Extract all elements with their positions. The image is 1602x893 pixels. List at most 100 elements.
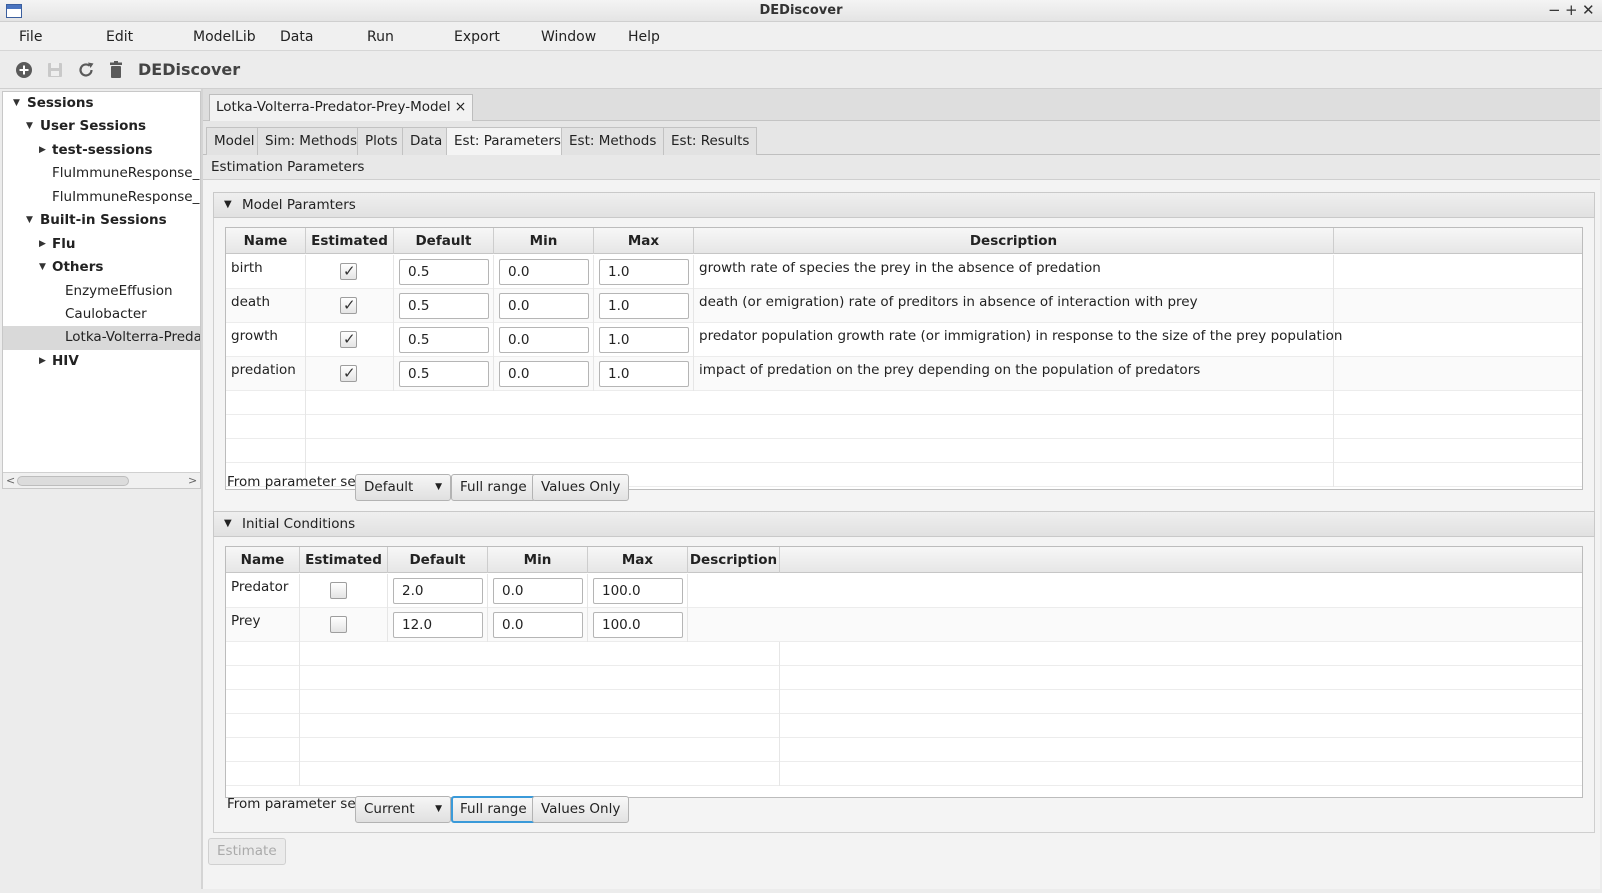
- estimated-checkbox[interactable]: [340, 330, 357, 348]
- column-header-estimated[interactable]: Estimated: [300, 547, 388, 573]
- tree-item-built-in-sessions[interactable]: ▼ Built-in Sessions: [3, 209, 200, 233]
- column-header-estimated[interactable]: Estimated: [306, 228, 394, 254]
- menu-file[interactable]: File: [19, 29, 42, 45]
- parameter-set-select[interactable]: Current ▼: [355, 796, 451, 823]
- tree-item-others[interactable]: ▼ Others: [3, 256, 200, 280]
- full-range-button[interactable]: Full range: [451, 796, 536, 823]
- column-header-max[interactable]: Max: [594, 228, 694, 254]
- tree-item-flu[interactable]: ▶ Flu: [3, 233, 200, 257]
- menu-edit[interactable]: Edit: [106, 29, 133, 45]
- trash-icon[interactable]: [106, 60, 126, 80]
- collapsed-triangle-icon[interactable]: ▶: [39, 139, 46, 161]
- tab-est-results[interactable]: Est: Results: [663, 127, 758, 155]
- menu-run[interactable]: Run: [367, 29, 394, 45]
- min-field[interactable]: [493, 578, 583, 604]
- estimated-checkbox[interactable]: [330, 616, 347, 633]
- expanded-triangle-icon[interactable]: ▼: [39, 256, 46, 278]
- tab-sim-methods[interactable]: Sim: Methods: [257, 127, 365, 155]
- refresh-icon[interactable]: [76, 60, 96, 80]
- estimated-checkbox[interactable]: [330, 582, 347, 599]
- expanded-triangle-icon[interactable]: ▼: [26, 209, 33, 231]
- min-field[interactable]: [499, 293, 589, 319]
- default-field[interactable]: [399, 327, 489, 353]
- max-field[interactable]: [593, 612, 683, 638]
- save-icon[interactable]: [45, 60, 65, 80]
- default-field[interactable]: [393, 578, 483, 604]
- default-field[interactable]: [399, 259, 489, 285]
- tab-plots[interactable]: Plots: [357, 127, 406, 155]
- table-row[interactable]: death death (or emigration) rate of pred…: [226, 289, 1582, 323]
- initial-conditions-pane-header[interactable]: ▼ Initial Conditions: [213, 511, 1595, 537]
- expanded-triangle-icon[interactable]: ▼: [13, 92, 20, 114]
- default-field[interactable]: [393, 612, 483, 638]
- tab-est-methods[interactable]: Est: Methods: [561, 127, 665, 155]
- minimize-icon[interactable]: −: [1548, 2, 1561, 18]
- min-field[interactable]: [493, 612, 583, 638]
- max-field[interactable]: [599, 293, 689, 319]
- estimated-checkbox[interactable]: [340, 262, 357, 280]
- tree-horizontal-scrollbar[interactable]: < >: [3, 472, 200, 488]
- expanded-triangle-icon[interactable]: ▼: [26, 115, 33, 137]
- model-parameters-pane-header[interactable]: ▼ Model Paramters: [213, 192, 1595, 218]
- tree-item-hiv[interactable]: ▶ HIV: [3, 350, 200, 374]
- column-header-default[interactable]: Default: [388, 547, 488, 573]
- parameter-set-select[interactable]: Default ▼: [355, 474, 451, 501]
- menu-help[interactable]: Help: [628, 29, 660, 45]
- expanded-triangle-icon[interactable]: ▼: [224, 193, 232, 217]
- collapsed-triangle-icon[interactable]: ▶: [39, 233, 46, 255]
- column-header-max[interactable]: Max: [588, 547, 688, 573]
- estimated-checkbox[interactable]: [340, 296, 357, 314]
- table-row[interactable]: predation impact of predation on the pre…: [226, 357, 1582, 391]
- values-only-button[interactable]: Values Only: [532, 474, 630, 501]
- menu-window[interactable]: Window: [541, 29, 596, 45]
- tab-data[interactable]: Data: [402, 127, 451, 155]
- column-header-default[interactable]: Default: [394, 228, 494, 254]
- column-header-name[interactable]: Name: [226, 547, 300, 573]
- session-tree[interactable]: ▼ Sessions ▼ User Sessions ▶ test-sessio…: [2, 91, 201, 489]
- column-header-name[interactable]: Name: [226, 228, 306, 254]
- menu-data[interactable]: Data: [280, 29, 313, 45]
- column-header-description[interactable]: Description: [688, 547, 780, 573]
- document-tab[interactable]: Lotka-Volterra-Predator-Prey-Model ×: [209, 94, 474, 122]
- tree-item-fluimmuneresponse-e[interactable]: FluImmuneResponse_E: [3, 186, 200, 210]
- model-parameters-table[interactable]: Name Estimated Default Min Max Descripti…: [225, 227, 1583, 490]
- menu-modellib[interactable]: ModelLib: [193, 29, 256, 45]
- min-field[interactable]: [499, 361, 589, 387]
- max-field[interactable]: [599, 327, 689, 353]
- column-header-min[interactable]: Min: [488, 547, 588, 573]
- min-field[interactable]: [499, 327, 589, 353]
- tree-item-lotka-volterra[interactable]: Lotka-Volterra-Preda: [3, 326, 200, 350]
- estimate-button[interactable]: Estimate: [208, 838, 286, 865]
- default-field[interactable]: [399, 293, 489, 319]
- table-row[interactable]: Prey: [226, 608, 1582, 642]
- close-window-icon[interactable]: ✕: [1582, 2, 1595, 18]
- table-row[interactable]: Predator: [226, 574, 1582, 608]
- tree-item-fluimmuneresponse-c[interactable]: FluImmuneResponse_C: [3, 162, 200, 186]
- tree-item-caulobacter[interactable]: Caulobacter: [3, 303, 200, 327]
- scrollbar-thumb[interactable]: [17, 476, 129, 486]
- initial-conditions-table[interactable]: Name Estimated Default Min Max Descripti…: [225, 546, 1583, 798]
- tree-item-user-sessions[interactable]: ▼ User Sessions: [3, 115, 200, 139]
- estimated-checkbox[interactable]: [340, 364, 357, 382]
- scroll-left-icon[interactable]: <: [6, 474, 15, 487]
- maximize-icon[interactable]: +: [1565, 2, 1578, 18]
- tree-item-sessions[interactable]: ▼ Sessions: [3, 92, 200, 116]
- menu-export[interactable]: Export: [454, 29, 500, 45]
- min-field[interactable]: [499, 259, 589, 285]
- scroll-right-icon[interactable]: >: [188, 474, 197, 487]
- full-range-button[interactable]: Full range: [451, 474, 536, 501]
- table-row[interactable]: growth predator population growth rate (…: [226, 323, 1582, 357]
- expanded-triangle-icon[interactable]: ▼: [224, 512, 232, 536]
- max-field[interactable]: [593, 578, 683, 604]
- collapsed-triangle-icon[interactable]: ▶: [39, 350, 46, 372]
- column-header-min[interactable]: Min: [494, 228, 594, 254]
- max-field[interactable]: [599, 361, 689, 387]
- table-row[interactable]: birth growth rate of species the prey in…: [226, 255, 1582, 289]
- max-field[interactable]: [599, 259, 689, 285]
- add-icon[interactable]: [14, 60, 34, 80]
- tree-item-enzymeeffusion[interactable]: EnzymeEffusion: [3, 280, 200, 304]
- close-tab-icon[interactable]: ×: [455, 99, 467, 115]
- tab-est-parameters[interactable]: Est: Parameters: [446, 127, 569, 156]
- column-header-description[interactable]: Description: [694, 228, 1334, 254]
- values-only-button[interactable]: Values Only: [532, 796, 630, 823]
